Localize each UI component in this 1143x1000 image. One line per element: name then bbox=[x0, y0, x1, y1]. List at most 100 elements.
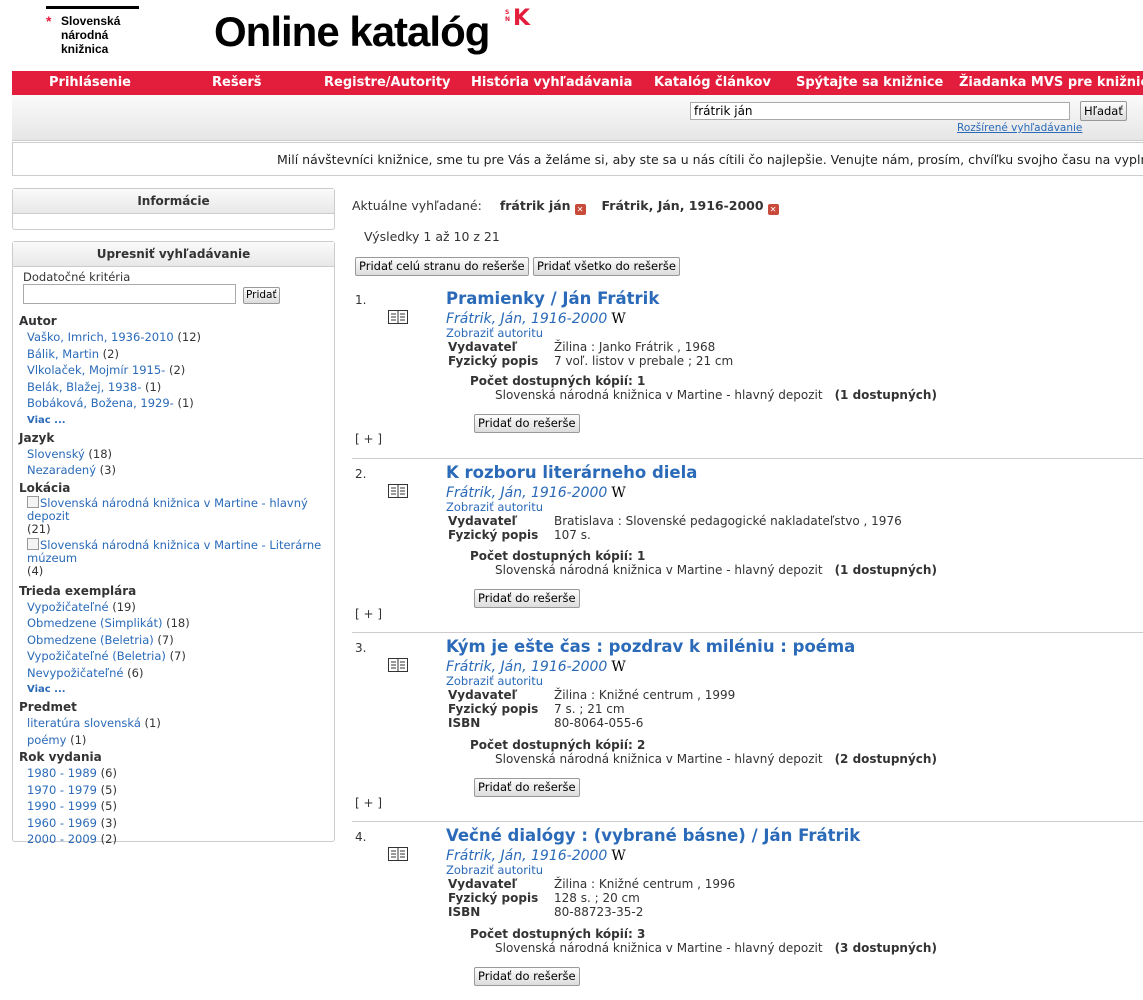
facet-link[interactable]: Vaško, Imrich, 1936-2010 bbox=[27, 330, 174, 344]
show-authority-link[interactable]: Zobraziť autoritu bbox=[446, 674, 543, 688]
checkbox[interactable] bbox=[27, 537, 39, 550]
facet-link[interactable]: Belák, Blažej, 1938- bbox=[27, 380, 141, 394]
copies-available: Počet dostupných kópií: 1 bbox=[470, 374, 645, 388]
facet-link[interactable]: Bobáková, Božena, 1929- bbox=[27, 396, 174, 410]
info-panel-title[interactable]: Informácie bbox=[13, 189, 334, 214]
author-link[interactable]: Frátrik, Ján, 1916-2000 bbox=[446, 659, 607, 675]
facet-item[interactable]: Vypožičateľné (19) bbox=[19, 599, 324, 616]
facet-item[interactable]: 1990 - 1999 (5) bbox=[19, 798, 324, 815]
facet-count: (18) bbox=[166, 616, 190, 630]
facet-checkbox-item[interactable]: Slovenská národná knižnica v Martine - h… bbox=[19, 495, 324, 536]
facet-link[interactable]: depozit bbox=[27, 509, 69, 523]
facet-item[interactable]: Obmedzene (Beletria) (7) bbox=[19, 632, 324, 649]
facet-link[interactable]: Obmedzene (Simplikát) bbox=[27, 616, 162, 630]
facet-item[interactable]: Slovenský (18) bbox=[19, 446, 324, 463]
facet-item[interactable]: Bobáková, Božena, 1929- (1) bbox=[19, 395, 324, 412]
record-title[interactable]: K rozboru literárneho diela bbox=[446, 463, 697, 482]
show-authority-link[interactable]: Zobraziť autoritu bbox=[446, 326, 543, 340]
criteria-input[interactable] bbox=[23, 284, 236, 304]
facet-link[interactable]: Nezaradený bbox=[27, 463, 96, 477]
facet-item[interactable]: poémy (1) bbox=[19, 732, 324, 749]
remove-term-icon[interactable]: ✕ bbox=[574, 204, 586, 215]
field-value: Bratislava : Slovenské pedagogické nakla… bbox=[554, 514, 902, 528]
add-to-research-button[interactable]: Pridať do rešerše bbox=[474, 778, 580, 797]
expand-record-toggle[interactable]: [ + ] bbox=[355, 796, 382, 810]
record-fields: Vydavateľ Žilina : Knižné centrum , 1999 … bbox=[448, 688, 735, 730]
facet-link[interactable]: Bálik, Martin bbox=[27, 347, 99, 361]
facet-link[interactable]: múzeum bbox=[27, 551, 77, 565]
nav-ill-request[interactable]: Žiadanka MVS pre knižnice bbox=[959, 71, 1143, 95]
wikipedia-icon[interactable]: W bbox=[611, 485, 625, 501]
facet-item[interactable]: Belák, Blažej, 1938- (1) bbox=[19, 379, 324, 396]
add-all-button[interactable]: Pridať všetko do rešerše bbox=[533, 257, 680, 276]
author-link[interactable]: Frátrik, Ján, 1916-2000 bbox=[446, 311, 607, 327]
facet-link[interactable]: Obmedzene (Beletria) bbox=[27, 633, 154, 647]
facet-link[interactable]: Vypožičateľné (Beletria) bbox=[27, 649, 166, 663]
record-title[interactable]: Pramienky / Ján Frátrik bbox=[446, 289, 659, 308]
facet-link[interactable]: Nevypožičateľné bbox=[27, 666, 124, 680]
advanced-search-link[interactable]: Rozšírené vyhľadávanie bbox=[957, 122, 1082, 134]
facet-link[interactable]: 1990 - 1999 bbox=[27, 799, 97, 813]
facet-link[interactable]: 1960 - 1969 bbox=[27, 816, 97, 830]
facet-link[interactable]: Slovenský bbox=[27, 447, 85, 461]
record-title[interactable]: Kým je ešte čas : pozdrav k miléniu : po… bbox=[446, 637, 855, 656]
add-page-button[interactable]: Pridať celú stranu do rešerše bbox=[355, 257, 529, 276]
facet-more-class[interactable]: Viac ... bbox=[19, 681, 324, 698]
add-to-research-button[interactable]: Pridať do rešerše bbox=[474, 589, 580, 608]
facet-item[interactable]: 2000 - 2009 (2) bbox=[19, 831, 324, 848]
facet-link[interactable]: Slovenská národná knižnica v Martine - L… bbox=[40, 538, 321, 552]
results-count: Výsledky 1 až 10 z 21 bbox=[364, 229, 500, 244]
wikipedia-icon[interactable]: W bbox=[611, 848, 625, 864]
facet-item[interactable]: Nezaradený (3) bbox=[19, 462, 324, 479]
expand-record-toggle[interactable]: [ + ] bbox=[355, 432, 382, 446]
facet-item[interactable]: 1970 - 1979 (5) bbox=[19, 782, 324, 799]
show-authority-link[interactable]: Zobraziť autoritu bbox=[446, 500, 543, 514]
nav-search-history[interactable]: História vyhľadávania bbox=[471, 71, 632, 95]
facet-link[interactable]: poémy bbox=[27, 733, 66, 747]
app-title: Online katalóg bbox=[214, 8, 490, 55]
add-to-research-button[interactable]: Pridať do rešerše bbox=[474, 967, 580, 986]
facet-item[interactable]: Vypožičateľné (Beletria) (7) bbox=[19, 648, 324, 665]
criteria-add-button[interactable]: Pridať bbox=[243, 287, 280, 304]
author-link[interactable]: Frátrik, Ján, 1916-2000 bbox=[446, 485, 607, 501]
nav-ask-library[interactable]: Spýtajte sa knižnice bbox=[796, 71, 943, 95]
remove-term-icon[interactable]: ✕ bbox=[767, 204, 779, 215]
nav-registers[interactable]: Registre/Autority bbox=[324, 71, 451, 95]
nav-login[interactable]: Prihlásenie bbox=[49, 71, 131, 95]
show-authority-link[interactable]: Zobraziť autoritu bbox=[446, 863, 543, 877]
facet-item[interactable]: Nevypožičateľné (6) bbox=[19, 665, 324, 682]
facet-more-author[interactable]: Viac ... bbox=[19, 412, 324, 429]
record-separator bbox=[352, 821, 1143, 822]
facet-item[interactable]: 1980 - 1989 (6) bbox=[19, 765, 324, 782]
facet-item[interactable]: Obmedzene (Simplikát) (18) bbox=[19, 615, 324, 632]
add-to-research-button[interactable]: Pridať do rešerše bbox=[474, 414, 580, 433]
record-title[interactable]: Večné dialógy : (vybrané básne) / Ján Fr… bbox=[446, 826, 860, 845]
wikipedia-icon[interactable]: W bbox=[611, 311, 625, 327]
facet-item[interactable]: 1960 - 1969 (3) bbox=[19, 815, 324, 832]
facet-link[interactable]: 1970 - 1979 bbox=[27, 783, 97, 797]
nav-research[interactable]: Rešerš bbox=[212, 71, 262, 95]
checkbox[interactable] bbox=[27, 495, 39, 508]
copies-count: 1 bbox=[636, 549, 646, 563]
search-button[interactable]: Hľadať bbox=[1080, 101, 1127, 121]
facet-link[interactable]: Vypožičateľné bbox=[27, 600, 109, 614]
facet-link[interactable]: 1980 - 1989 bbox=[27, 766, 97, 780]
facet-checkbox-item[interactable]: Slovenská národná knižnica v Martine - L… bbox=[19, 537, 324, 578]
field-label: Fyzický popis bbox=[448, 891, 539, 905]
facet-link[interactable]: Slovenská národná knižnica v Martine - h… bbox=[40, 496, 308, 510]
nav-article-catalog[interactable]: Katalóg článkov bbox=[654, 71, 771, 95]
facet-title-year: Rok vydania bbox=[19, 750, 102, 764]
expand-record-toggle[interactable]: [ + ] bbox=[355, 607, 382, 621]
field-label: Fyzický popis bbox=[448, 702, 539, 716]
author-link[interactable]: Frátrik, Ján, 1916-2000 bbox=[446, 848, 607, 864]
facet-link[interactable]: literatúra slovenská bbox=[27, 716, 141, 730]
facet-item[interactable]: Vlkolaček, Mojmír 1915- (2) bbox=[19, 362, 324, 379]
facet-link[interactable]: 2000 - 2009 bbox=[27, 832, 97, 846]
search-input[interactable] bbox=[690, 102, 1070, 120]
facet-item[interactable]: Vaško, Imrich, 1936-2010 (12) bbox=[19, 329, 324, 346]
facet-item[interactable]: literatúra slovenská (1) bbox=[19, 715, 324, 732]
wikipedia-icon[interactable]: W bbox=[611, 659, 625, 675]
facet-item[interactable]: Bálik, Martin (2) bbox=[19, 346, 324, 363]
facet-count: (2) bbox=[168, 363, 186, 377]
facet-link[interactable]: Vlkolaček, Mojmír 1915- bbox=[27, 363, 165, 377]
